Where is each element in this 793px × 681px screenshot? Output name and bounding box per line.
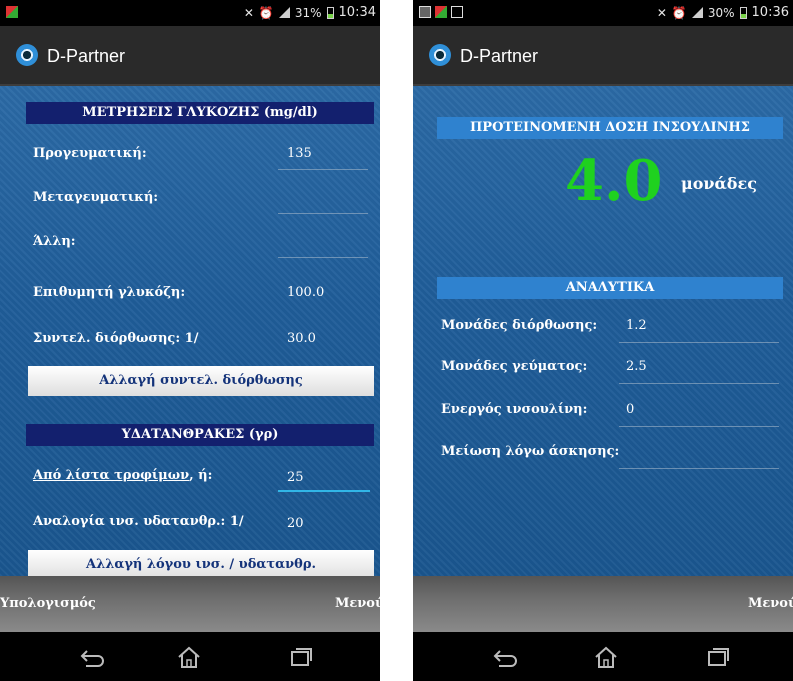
main-content: ΠΡΟΤΕΙΝΟΜΕΝΗ ΔΟΣΗ ΙΝΣΟΥΛΙΝΗΣ 4.0 μονάδες…	[413, 86, 793, 576]
signal-icon	[278, 7, 290, 18]
change-ratio-button[interactable]: Αλλαγή λόγου ινσ. / υδατανθρ.	[28, 550, 374, 576]
pre-meal-underline	[278, 169, 368, 170]
target-glucose-label: Επιθυμητή γλυκόζη:	[33, 285, 186, 300]
main-content[interactable]: ΜΕΤΡΗΣΕΙΣ ΓΛΥΚΟΖΗΣ (mg/dl) Προγευματική:…	[0, 86, 380, 576]
app-title: D-Partner	[47, 46, 126, 66]
system-nav-bar	[413, 632, 793, 681]
correction-factor-label: Συντελ. διόρθωσης: 1/	[33, 331, 199, 346]
meal-units-label: Μονάδες γεύματος:	[441, 359, 588, 374]
food-list-link[interactable]: Από λίστα τροφίμων	[33, 468, 189, 483]
app-notification-icon	[435, 6, 447, 18]
phone-screen-right: ✕ ⏰ 30% 10:36 D-Partner ΠΡΟΤΕΙΝΟΜΕΝΗ ΔΟΣ…	[413, 0, 793, 681]
bottom-action-bar: Μενού	[413, 576, 793, 632]
gallery-notification-icon	[419, 6, 431, 18]
app-title: D-Partner	[460, 46, 539, 66]
food-list-suffix: , ή:	[189, 468, 213, 483]
carbs-input[interactable]: 25	[287, 470, 304, 485]
correction-units-label: Μονάδες διόρθωσης:	[441, 318, 598, 333]
system-nav-bar	[0, 632, 380, 681]
insulin-carb-ratio-value: 20	[287, 516, 304, 531]
notification-icons	[6, 6, 18, 18]
pre-meal-input[interactable]: 135	[287, 146, 312, 161]
app-notification-icon	[6, 6, 18, 18]
food-list-row: Από λίστα τροφίμων, ή:	[33, 468, 212, 483]
status-mute-icon: ✕	[243, 5, 254, 20]
correction-units-value: 1.2	[626, 318, 647, 333]
home-icon[interactable]	[591, 644, 621, 670]
target-glucose-input[interactable]: 100.0	[287, 285, 324, 300]
dose-units-label: μονάδες	[681, 174, 757, 193]
home-icon[interactable]	[174, 644, 204, 670]
back-icon[interactable]	[76, 644, 106, 670]
active-insulin-underline	[619, 426, 779, 427]
app-logo-icon[interactable]	[16, 44, 38, 66]
exercise-reduction-underline	[619, 468, 779, 469]
other-label: Άλλη:	[33, 234, 76, 249]
correction-units-underline	[619, 342, 779, 343]
recent-apps-icon[interactable]	[286, 644, 316, 670]
clock: 10:34	[338, 5, 376, 20]
other-underline	[278, 257, 368, 258]
insulin-carb-ratio-label: Αναλογία ινσ. υδατανθρ.: 1/	[33, 514, 244, 529]
correction-factor-value: 30.0	[287, 331, 316, 346]
suggested-dose-header: ΠΡΟΤΕΙΝΟΜΕΝΗ ΔΟΣΗ ΙΝΣΟΥΛΙΝΗΣ	[437, 117, 783, 139]
alarm-icon: ⏰	[671, 5, 687, 20]
exercise-reduction-label: Μείωση λόγω άσκησης:	[441, 444, 620, 459]
bottom-action-bar: Υπολογισμός Μενού	[0, 576, 380, 632]
clock: 10:36	[751, 5, 789, 20]
suggested-dose-value: 4.0	[565, 148, 663, 214]
carbs-section-header: ΥΔΑΤΑΝΘΡΑΚΕΣ (γρ)	[26, 424, 374, 446]
phone-screen-left: ✕ ⏰ 31% 10:34 D-Partner ΜΕΤΡΗΣΕΙΣ ΓΛΥΚΟΖ…	[0, 0, 380, 681]
status-mute-icon: ✕	[656, 5, 667, 20]
recent-apps-icon[interactable]	[703, 644, 733, 670]
battery-percent: 30%	[707, 5, 735, 20]
menu-button[interactable]: Μενού	[748, 596, 793, 611]
meal-units-value: 2.5	[626, 359, 647, 374]
details-header: ΑΝΑΛΥΤΙΚΑ	[437, 277, 783, 299]
action-bar: D-Partner	[0, 26, 380, 86]
action-bar: D-Partner	[413, 26, 793, 86]
notification-icons	[419, 6, 463, 18]
clipboard-notification-icon	[451, 6, 463, 18]
battery-icon	[739, 6, 747, 19]
battery-percent: 31%	[294, 5, 322, 20]
back-icon[interactable]	[489, 644, 519, 670]
menu-button[interactable]: Μενού	[335, 596, 380, 611]
status-bar: ✕ ⏰ 31% 10:34	[0, 0, 380, 26]
post-meal-underline	[278, 213, 368, 214]
active-insulin-value: 0	[626, 402, 635, 417]
status-bar: ✕ ⏰ 30% 10:36	[413, 0, 793, 26]
post-meal-label: Μεταγευματική:	[33, 190, 159, 205]
calculate-button[interactable]: Υπολογισμός	[0, 596, 96, 611]
app-logo-icon[interactable]	[429, 44, 451, 66]
pre-meal-label: Προγευματική:	[33, 146, 147, 161]
alarm-icon: ⏰	[258, 5, 274, 20]
signal-icon	[691, 7, 703, 18]
active-insulin-label: Ενεργός ινσουλίνη:	[441, 402, 588, 417]
carbs-input-underline	[278, 490, 370, 492]
meal-units-underline	[619, 383, 779, 384]
glucose-section-header: ΜΕΤΡΗΣΕΙΣ ΓΛΥΚΟΖΗΣ (mg/dl)	[26, 102, 374, 124]
battery-icon	[326, 6, 334, 19]
change-correction-factor-button[interactable]: Αλλαγή συντελ. διόρθωσης	[28, 366, 374, 396]
